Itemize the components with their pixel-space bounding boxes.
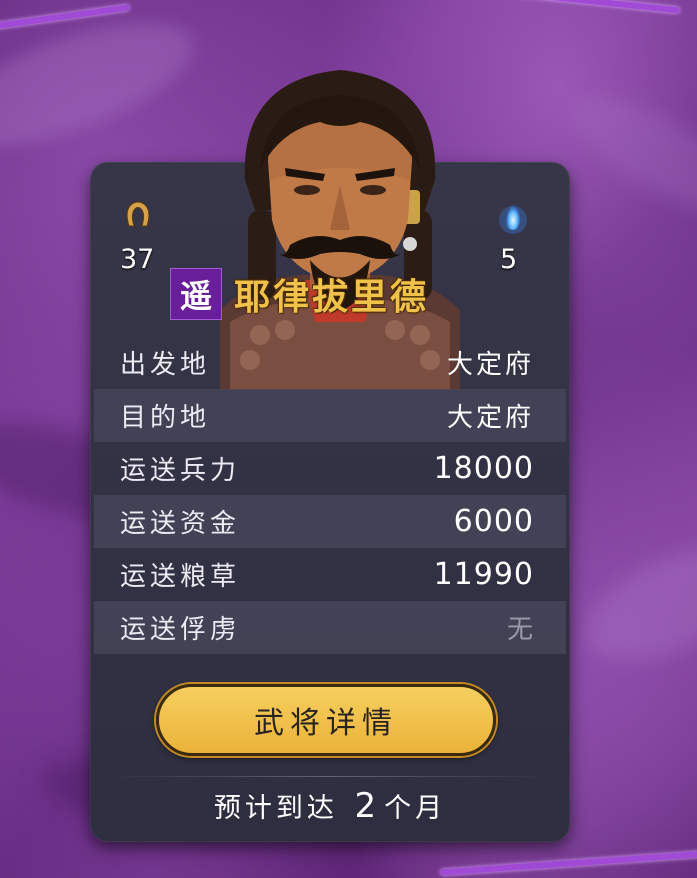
territory-border bbox=[500, 0, 680, 14]
divider bbox=[110, 776, 550, 777]
row-label: 运送资金 bbox=[120, 509, 241, 539]
left-stat-value: 37 bbox=[120, 244, 155, 275]
row-label: 运送粮草 bbox=[120, 562, 241, 592]
transport-table: 出发地 大定府 目的地 大定府 运送兵力 18000 运送资金 6000 运送粮… bbox=[94, 336, 566, 654]
row-value: 大定府 bbox=[446, 350, 534, 380]
table-row: 运送俘虏 无 bbox=[94, 601, 566, 654]
row-value: 无 bbox=[506, 615, 534, 645]
table-row: 出发地 大定府 bbox=[94, 336, 566, 389]
row-value: 大定府 bbox=[446, 403, 534, 433]
row-label: 运送兵力 bbox=[120, 456, 241, 486]
row-label: 目的地 bbox=[120, 403, 211, 433]
table-row: 运送兵力 18000 bbox=[94, 442, 566, 495]
blue-flame-icon bbox=[499, 202, 527, 234]
general-name: 耶律拔里德 bbox=[234, 276, 430, 318]
table-row: 运送粮草 11990 bbox=[94, 548, 566, 601]
row-value: 11990 bbox=[433, 557, 534, 592]
row-label: 出发地 bbox=[120, 350, 211, 380]
eta-suffix: 个月 bbox=[384, 793, 447, 824]
faction-badge: 遥 bbox=[170, 268, 222, 320]
table-row: 运送资金 6000 bbox=[94, 495, 566, 548]
territory-border bbox=[440, 850, 697, 876]
general-details-button[interactable]: 武将详情 bbox=[156, 684, 496, 756]
eta-prefix: 预计到达 bbox=[213, 793, 338, 824]
territory-border bbox=[0, 4, 130, 30]
horseshoe-icon bbox=[126, 201, 150, 227]
arrival-estimate: 预计到达 2 个月 bbox=[0, 786, 660, 826]
row-label: 运送俘虏 bbox=[120, 615, 241, 645]
row-value: 18000 bbox=[433, 451, 534, 486]
row-value: 6000 bbox=[453, 504, 534, 539]
table-row: 目的地 大定府 bbox=[94, 389, 566, 442]
right-stat-value: 5 bbox=[500, 244, 518, 275]
general-name-row: 遥 耶律拔里德 bbox=[170, 266, 429, 322]
eta-number: 2 bbox=[354, 786, 381, 826]
